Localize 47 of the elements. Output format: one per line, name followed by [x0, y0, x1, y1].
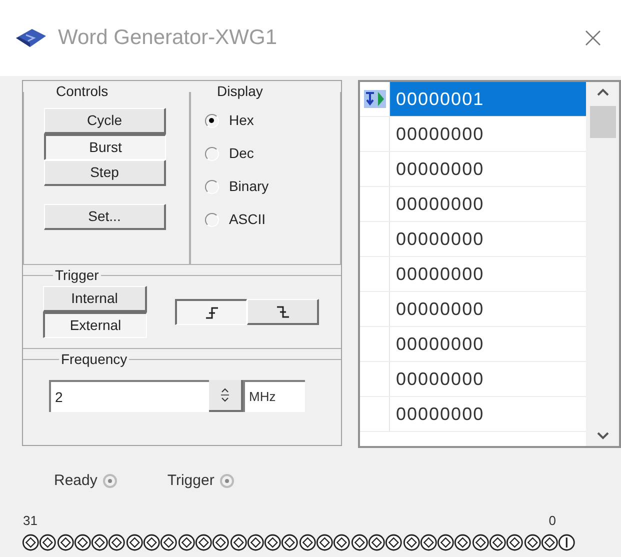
indicator-label: Trigger	[167, 471, 214, 491]
group-label: Display	[216, 82, 264, 101]
word-row[interactable]: 00000000	[390, 152, 586, 186]
group-label: Frequency	[60, 350, 128, 369]
scroll-thumb[interactable]	[590, 106, 616, 138]
control-button[interactable]: Set...	[44, 204, 166, 230]
radio-label: ASCII	[228, 210, 266, 229]
frequency-field[interactable]: 2	[49, 380, 209, 412]
word-row[interactable]: 00000000	[390, 117, 586, 151]
trigger-source-button[interactable]: External	[43, 312, 147, 338]
rising-edge-icon	[204, 306, 218, 320]
scroll-up-icon[interactable]	[596, 88, 608, 96]
bit-label: 0	[548, 512, 556, 530]
spin-button[interactable]	[209, 380, 243, 412]
word-row[interactable]: 00000000	[390, 257, 586, 291]
word-row[interactable]: 00000000	[390, 292, 586, 326]
radio-button[interactable]	[204, 146, 219, 160]
scrollbar[interactable]	[586, 82, 619, 446]
close-icon[interactable]	[585, 30, 601, 46]
word-row[interactable]: 00000000	[390, 362, 586, 396]
word-row[interactable]: 00000000	[390, 327, 586, 361]
indicator-lamp-icon	[103, 474, 118, 488]
radio-button[interactable]	[204, 180, 219, 194]
word-row[interactable]: 00000000	[390, 187, 586, 221]
indicator-label: Ready	[54, 471, 98, 491]
trigger-source-button[interactable]: Internal	[43, 286, 147, 312]
indicator-lamp-icon	[220, 474, 234, 488]
radio-label: Binary	[228, 177, 269, 196]
bit-label: 31	[23, 512, 38, 530]
control-button[interactable]: Burst	[44, 134, 166, 160]
edge-button[interactable]	[175, 299, 247, 325]
group-label: Trigger	[54, 266, 100, 285]
control-button[interactable]: Cycle	[44, 108, 166, 134]
radio-button[interactable]	[204, 114, 219, 128]
word-row[interactable]: 00000000	[390, 397, 586, 431]
group-label: Controls	[55, 82, 110, 101]
word-row[interactable]: 00000000	[390, 222, 586, 256]
window-title: Word Generator-XWG1	[58, 25, 278, 52]
radio-label: Dec	[228, 144, 254, 163]
falling-edge-icon	[276, 304, 290, 318]
app-logo-icon	[14, 26, 48, 50]
word-row[interactable]: 00000001	[390, 82, 586, 116]
radio-button[interactable]	[204, 212, 219, 226]
unit-label: MHz	[243, 380, 305, 412]
control-button[interactable]: Step	[44, 160, 166, 186]
scroll-down-icon[interactable]	[596, 432, 608, 440]
radio-label: Hex	[228, 111, 254, 130]
